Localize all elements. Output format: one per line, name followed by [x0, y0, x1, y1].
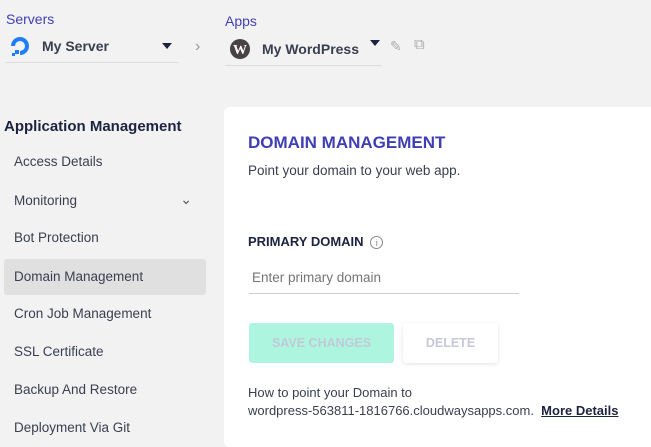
save-changes-button[interactable]: SAVE CHANGES: [249, 323, 394, 363]
sidebar-title: Application Management: [4, 118, 182, 135]
help-text-line1: How to point your Domain to: [248, 385, 413, 400]
chevron-down-icon: ⌄: [180, 191, 192, 207]
sidebar-item-cron-job-management[interactable]: Cron Job Management: [4, 296, 206, 332]
sidebar-item-monitoring[interactable]: Monitoring ⌄: [4, 183, 206, 219]
sidebar-item-deployment-via-git[interactable]: Deployment Via Git: [4, 410, 206, 446]
wordpress-icon: W: [230, 39, 250, 59]
caret-down-icon: [162, 43, 172, 49]
field-label: PRIMARY DOMAIN: [248, 234, 364, 249]
sidebar-item-domain-management[interactable]: Domain Management: [4, 259, 206, 295]
primary-domain-label: PRIMARY DOMAIN i: [248, 234, 384, 249]
domain-management-panel: DOMAIN MANAGEMENT Point your domain to y…: [224, 107, 651, 447]
delete-button[interactable]: DELETE: [403, 323, 498, 363]
app-selector[interactable]: W My WordPress: [225, 33, 382, 66]
svg-text:W: W: [233, 43, 247, 58]
edit-icon[interactable]: ✎: [390, 38, 402, 55]
page-subtitle: Point your domain to your web app.: [248, 163, 461, 178]
info-icon[interactable]: i: [370, 236, 384, 249]
chevron-right-icon: ›: [195, 38, 201, 55]
primary-domain-input[interactable]: [249, 262, 519, 294]
app-name: My WordPress: [262, 41, 359, 57]
sidebar-item-access-details[interactable]: Access Details: [4, 144, 206, 180]
sidebar-item-ssl-certificate[interactable]: SSL Certificate: [4, 334, 206, 370]
server-selector[interactable]: My Server: [6, 30, 178, 63]
apps-label: Apps: [225, 13, 257, 29]
help-text-line2: wordpress-563811-1816766.cloudwaysapps.c…: [248, 403, 618, 418]
sidebar-item-label: Monitoring: [14, 193, 78, 208]
sidebar-item-bot-protection[interactable]: Bot Protection: [4, 220, 206, 256]
digitalocean-icon: [11, 37, 30, 56]
server-name: My Server: [42, 38, 109, 54]
sidebar-item-backup-and-restore[interactable]: Backup And Restore: [4, 372, 206, 408]
servers-label: Servers: [6, 11, 55, 27]
app-domain: wordpress-563811-1816766.cloudwaysapps.c…: [248, 403, 534, 418]
page-title: DOMAIN MANAGEMENT: [248, 133, 446, 152]
external-link-icon[interactable]: ⧉: [414, 36, 425, 53]
caret-down-icon: [370, 40, 380, 46]
more-details-link[interactable]: More Details: [541, 403, 618, 418]
